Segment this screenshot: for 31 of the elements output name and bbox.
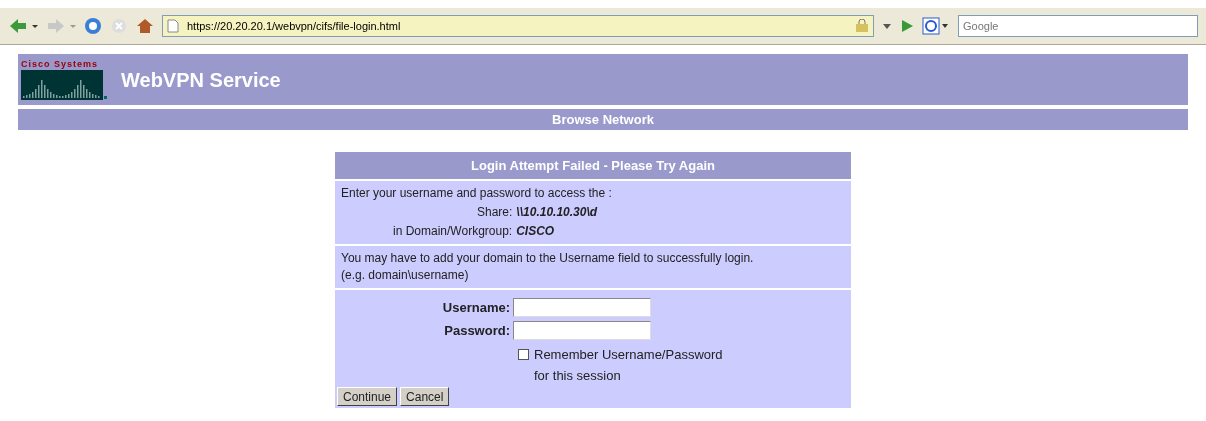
search-field[interactable]: Google xyxy=(958,15,1198,37)
field-label: Password: xyxy=(443,321,511,340)
search-engine-icon[interactable] xyxy=(922,17,950,35)
home-icon[interactable] xyxy=(136,17,154,35)
intro-text: Enter your username and password to access the : xyxy=(341,185,613,202)
dropdown-caret-icon[interactable] xyxy=(882,22,892,30)
go-arrow-icon[interactable] xyxy=(900,19,914,33)
address-bar[interactable]: https://20.20.20.1/webvpn/cifs/file-login.html xyxy=(162,15,874,37)
hint-text: (e.g. domain\username) xyxy=(341,267,470,284)
reload-icon[interactable] xyxy=(84,17,102,35)
page-title: WebVPN Service xyxy=(121,67,281,93)
remember-checkbox[interactable] xyxy=(518,349,529,361)
signal-bars-logo-icon xyxy=(21,70,107,100)
login-error-title: Login Attempt Failed - Please Try Again xyxy=(471,156,715,175)
remember-label: Remember Username/Password xyxy=(534,346,723,364)
share-label: Share: xyxy=(477,204,513,221)
logo-text: Cisco Systems xyxy=(21,59,99,69)
domain-value: CISCO xyxy=(516,223,555,240)
padlock-icon xyxy=(855,19,869,33)
share-value: \\10.10.10.30\d xyxy=(516,204,598,221)
field-label: Username: xyxy=(441,299,511,317)
username-field[interactable] xyxy=(513,298,651,318)
cancel-button[interactable]: Cancel xyxy=(400,386,450,406)
url-text: https://20.20.20.1/webvpn/cifs/file-login.html xyxy=(187,18,402,34)
page-icon xyxy=(167,19,179,33)
back-arrow-icon[interactable] xyxy=(8,17,38,35)
remember-sublabel: for this session xyxy=(533,366,622,385)
hint-text: You may have to add your domain to the Username field to successfully login. xyxy=(341,250,755,267)
password-field[interactable] xyxy=(513,320,651,340)
continue-button[interactable]: Continue xyxy=(337,386,398,406)
domain-label: in Domain/Workgroup: xyxy=(393,223,513,240)
